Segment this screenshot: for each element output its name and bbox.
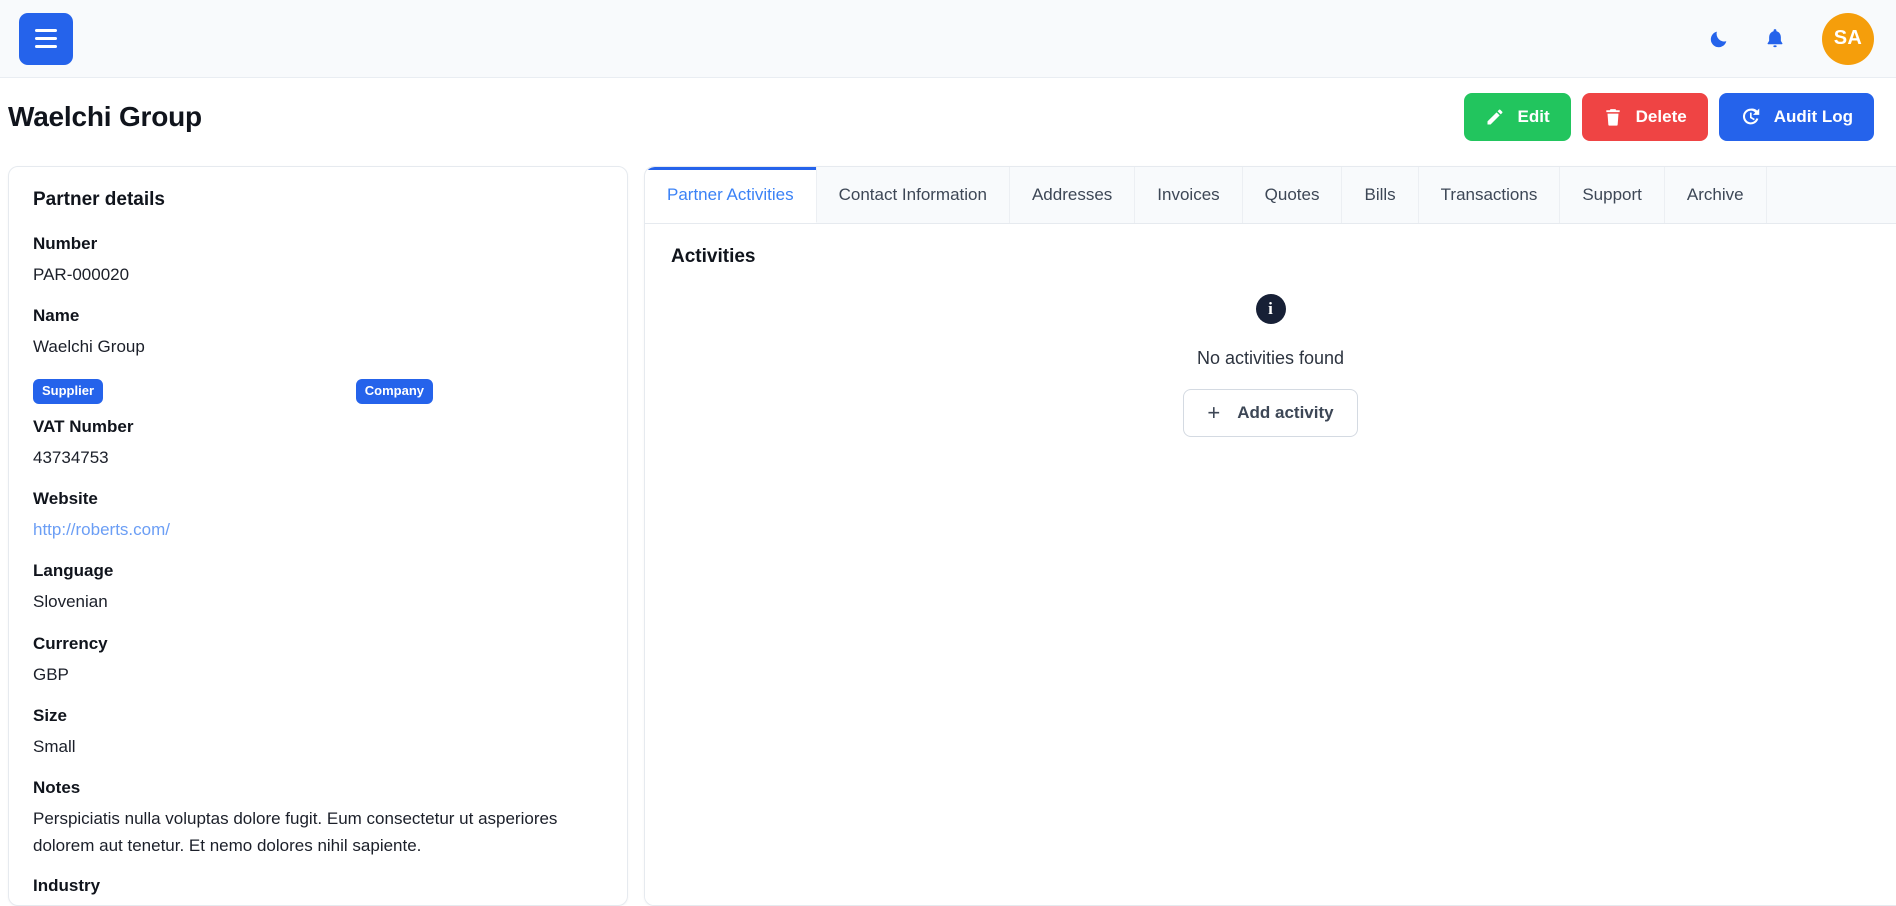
hamburger-icon-line [35,45,57,48]
page-title: Waelchi Group [8,100,202,132]
tab-label: Archive [1686,185,1744,204]
empty-state: i No activities found + Add activity [671,294,1870,437]
partner-badges: Supplier Company [33,378,433,404]
tab-bar: Partner Activities Contact Information A… [645,167,1896,224]
tab-label: Transactions [1440,185,1538,204]
currency-value: GBP [33,664,69,684]
hamburger-menu-button[interactable] [19,12,73,65]
number-label: Number [33,234,98,253]
language-value: Slovenian [33,592,108,612]
vat-number-label: VAT Number [33,416,134,436]
size-value: Small [33,737,76,756]
name-value: Waelchi Group [33,337,145,357]
website-link[interactable]: http://roberts.com/ [33,517,603,543]
theme-toggle-button[interactable] [1708,28,1730,50]
tab-label: Contact Information [838,185,987,204]
notes-label: Notes [33,778,81,798]
tab-label: Addresses [1031,185,1113,204]
add-activity-button[interactable]: + Add activity [1183,389,1358,437]
name-label: Name [33,306,80,326]
header-actions: Edit Delete Audit Log [1463,92,1874,141]
tab-label: Invoices [1157,185,1220,204]
tab-partner-activities[interactable]: Partner Activities [645,167,817,223]
audit-log-button-label: Audit Log [1773,106,1853,126]
tab-label: Support [1582,185,1642,204]
plus-icon: + [1207,400,1221,425]
content-area: Partner details Number PAR-000020 Name W… [0,156,1896,906]
empty-state-message: No activities found [1196,348,1345,368]
tab-support[interactable]: Support [1560,167,1665,223]
top-bar: SA [0,0,1896,78]
history-icon [1742,108,1759,125]
delete-button-label: Delete [1635,106,1687,126]
tab-label: Quotes [1264,185,1320,204]
pencil-icon [1487,109,1503,124]
partner-details-panel: Partner details Number PAR-000020 Name W… [8,166,628,906]
tab-label: Partner Activities [667,184,794,204]
status-badge-supplier: Supplier [33,378,104,404]
tab-archive[interactable]: Archive [1664,167,1767,223]
tab-transactions[interactable]: Transactions [1418,167,1561,223]
add-activity-button-label: Add activity [1237,403,1334,422]
tab-addresses[interactable]: Addresses [1009,167,1136,223]
partner-details-heading: Partner details [33,189,165,210]
activities-heading: Activities [671,246,756,267]
notes-value: Perspiciatis nulla voluptas dolore fugit… [33,809,558,855]
hamburger-icon-line [35,37,57,40]
edit-button-label: Edit [1517,106,1550,126]
activities-panel: Partner Activities Contact Information A… [644,166,1896,906]
activities-body: Activities i No activities found + Add a… [645,224,1896,905]
audit-log-button[interactable]: Audit Log [1718,92,1874,141]
bell-icon [1767,28,1783,47]
status-badge-company: Company [355,378,433,404]
currency-label: Currency [33,633,108,653]
language-label: Language [33,561,114,581]
website-label: Website [33,488,98,508]
info-icon: i [1255,294,1286,324]
tab-contact-information[interactable]: Contact Information [816,167,1010,223]
industry-label: Industry [33,876,101,896]
size-label: Size [33,706,68,725]
tab-label: Bills [1364,185,1396,204]
edit-button[interactable]: Edit [1463,92,1571,141]
moon-icon [1710,31,1727,47]
hamburger-icon-line [35,29,57,32]
vat-number-value: 43734753 [33,447,109,467]
notifications-button[interactable] [1764,27,1786,51]
tab-invoices[interactable]: Invoices [1135,167,1243,223]
tab-quotes[interactable]: Quotes [1242,167,1343,223]
avatar-initials: SA [1833,27,1863,49]
avatar[interactable]: SA [1822,12,1874,65]
topbar-actions: SA [1708,12,1874,65]
trash-icon [1605,108,1620,126]
page-header: Waelchi Group Edit Delete Audit Log [0,78,1896,156]
delete-button[interactable]: Delete [1581,92,1708,141]
tab-bills[interactable]: Bills [1342,167,1419,223]
number-value: PAR-000020 [33,265,130,284]
